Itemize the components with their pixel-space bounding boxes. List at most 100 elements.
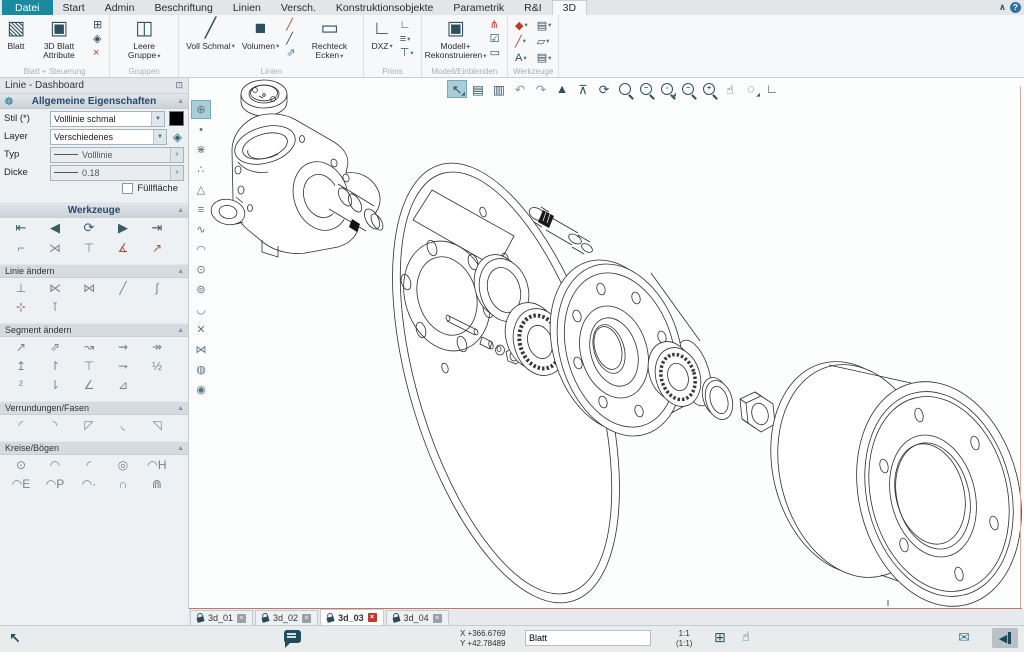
- angle-segment-tool[interactable]: ∠: [72, 376, 106, 393]
- triangle-segment-tool[interactable]: ⊿: [106, 376, 140, 393]
- corner-tool[interactable]: ⌐: [4, 239, 38, 256]
- layer-select[interactable]: Verschiedenes ▼: [50, 129, 167, 145]
- close-icon[interactable]: ×: [368, 613, 377, 622]
- menu-tab-beschriftung[interactable]: Beschriftung: [144, 0, 222, 15]
- angle-tool[interactable]: ∡: [106, 239, 140, 256]
- document-tab-3d-03[interactable]: 3d_03×: [320, 609, 384, 626]
- ribbon-button-rechteck-ecken[interactable]: ▭Rechteck Ecken▾: [302, 17, 356, 61]
- collapse-ribbon-icon[interactable]: ∧: [999, 2, 1006, 13]
- section-header-verrundungen-fasen[interactable]: Verrundungen/Fasen▲: [0, 401, 188, 415]
- stack-layers-icon[interactable]: ≡▾: [400, 33, 414, 45]
- sheet-manager-icon[interactable]: ⊞: [714, 629, 726, 646]
- style-select[interactable]: Volllinie schmal ▼: [50, 111, 165, 127]
- midpoint-tool[interactable]: ⊺: [38, 298, 72, 315]
- curve-tool[interactable]: ◡: [191, 300, 211, 319]
- zoom-out-button[interactable]: −: [636, 80, 656, 98]
- collapse-icon[interactable]: ▲: [177, 445, 184, 452]
- document-tab-3d-01[interactable]: 3d_01×: [190, 610, 253, 626]
- refresh-button[interactable]: ⟳: [72, 219, 106, 237]
- delete-points-tool[interactable]: ⋈: [191, 340, 211, 359]
- menu-tab-linien[interactable]: Linien: [223, 0, 271, 15]
- tee-segment-tool[interactable]: ⊤: [72, 357, 106, 374]
- arc-point-tool[interactable]: ◠: [191, 240, 211, 259]
- concentric-tool[interactable]: ⊚: [191, 280, 211, 299]
- collapse-icon[interactable]: ▲: [177, 98, 184, 105]
- line-tool-icon[interactable]: ╱▾: [515, 36, 528, 49]
- chamfer-delete-tool[interactable]: ◸: [72, 416, 106, 433]
- menu-tab-3d[interactable]: 3D: [552, 0, 587, 15]
- axes-small-icon[interactable]: ∟: [400, 19, 414, 31]
- section-header-kreise-bögen[interactable]: Kreise/Bögen▲: [0, 441, 188, 455]
- snap-tool[interactable]: ⊤: [72, 239, 106, 256]
- construction-settings-tool[interactable]: ⊕: [191, 100, 211, 119]
- layers-icon[interactable]: ◈: [171, 130, 184, 144]
- endpoint-tool[interactable]: ⊹: [4, 298, 38, 315]
- delete-red-x-icon[interactable]: ×: [93, 47, 102, 59]
- half-segment-tool[interactable]: ½: [140, 357, 174, 374]
- menu-tab-datei[interactable]: Datei: [2, 0, 53, 15]
- ribbon-button-3d-blatt-attribute[interactable]: ▣3D Blatt Attribute: [32, 17, 86, 61]
- cube-diamond-icon[interactable]: ◈: [93, 33, 102, 45]
- checkbox-checked-icon[interactable]: ☑: [490, 33, 500, 45]
- close-icon[interactable]: ×: [433, 614, 442, 623]
- save-text-icon[interactable]: ▤▾: [537, 52, 552, 65]
- menu-tab-r-i[interactable]: R&I: [514, 0, 552, 15]
- cross-trim-tool[interactable]: ⋉: [38, 279, 72, 296]
- tangent-circles-tool[interactable]: ◎: [106, 456, 140, 473]
- stretch-tool[interactable]: ⊥: [4, 279, 38, 296]
- lock-icon[interactable]: [262, 616, 270, 623]
- lock-icon[interactable]: [327, 616, 335, 623]
- arc-p-tool[interactable]: ◠P: [38, 475, 72, 492]
- volume-red-icon[interactable]: ◆▾: [515, 20, 528, 33]
- point-tool[interactable]: •: [191, 120, 211, 139]
- ribbon-button-modell-rekonstruieren[interactable]: ▣Modell+ Rekonstruieren▾: [429, 17, 483, 61]
- redo-button[interactable]: ↷: [531, 80, 551, 98]
- snap-intersection-tool[interactable]: ⋇: [191, 140, 211, 159]
- arc-tool[interactable]: ◜: [72, 456, 106, 473]
- line-point-tool[interactable]: ↗: [140, 239, 174, 256]
- arc-e-tool[interactable]: ◠E: [4, 475, 38, 492]
- menu-tab-admin[interactable]: Admin: [95, 0, 145, 15]
- copy-segment-tool[interactable]: ⇗: [38, 338, 72, 355]
- section-header-general[interactable]: ☸ Allgemeine Eigenschaften ▲: [0, 94, 188, 109]
- close-icon[interactable]: ×: [237, 614, 246, 623]
- text-tool-icon[interactable]: A▾: [515, 52, 528, 65]
- folder-open-icon[interactable]: ▱▾: [537, 36, 552, 49]
- line-segment-icon[interactable]: ╱: [286, 19, 295, 31]
- drop-segment-tool[interactable]: ⇂: [38, 376, 72, 393]
- arc-dot-tool[interactable]: ◠·: [72, 475, 106, 492]
- collapse-icon[interactable]: ▲: [177, 268, 184, 275]
- plane-arrow-icon[interactable]: ⇗: [286, 47, 295, 59]
- ribbon-button-voll-schmal[interactable]: ╱Voll Schmal▾: [186, 17, 235, 51]
- circle-point-tool[interactable]: ⊙: [191, 260, 211, 279]
- go-previous-button[interactable]: ◀: [38, 219, 72, 237]
- menu-tab-versch[interactable]: Versch.: [271, 0, 326, 15]
- lock-icon[interactable]: [196, 616, 204, 623]
- extend-segment-tool[interactable]: ↠: [140, 338, 174, 355]
- pin-icon[interactable]: ⊡: [175, 80, 183, 91]
- globe-points-tool[interactable]: ◉: [191, 380, 211, 399]
- collapse-icon[interactable]: ▲: [177, 207, 184, 214]
- save-volume-icon[interactable]: ▤▾: [537, 20, 552, 33]
- tripod-icon[interactable]: ⋔: [490, 19, 500, 31]
- close-icon[interactable]: ×: [302, 614, 311, 623]
- undo-button[interactable]: ↶: [510, 80, 530, 98]
- fillet-tool[interactable]: ◜: [4, 416, 38, 433]
- fillet-radius-tool[interactable]: ◝: [38, 416, 72, 433]
- raise-segment-tool[interactable]: ↾: [38, 357, 72, 374]
- save-as-button[interactable]: ▥: [489, 80, 509, 98]
- spline-edit-tool[interactable]: ∫: [140, 279, 174, 296]
- go-next-button[interactable]: ▶: [106, 219, 140, 237]
- gesture-icon[interactable]: ☝: [742, 629, 750, 645]
- arc-point-tool[interactable]: ◠: [38, 456, 72, 473]
- pan-hand-button[interactable]: ☝: [720, 80, 740, 98]
- trim-cross-tool[interactable]: ⋊: [38, 239, 72, 256]
- list-tool[interactable]: ≡: [191, 200, 211, 219]
- ribbon-button-volumen[interactable]: ■Volumen▾: [242, 17, 279, 51]
- zoom-plus-button[interactable]: +: [699, 80, 719, 98]
- ribbon-button-leere-gruppe[interactable]: ◫Leere Gruppe▾: [117, 17, 171, 61]
- drawing-canvas[interactable]: ⊕•⋇∴△≡∿◠⊙⊚◡✕⋈◍◉ ↖◢▤▥↶↷▲⊼⟳−▫◢−+☝◌◢∟: [189, 78, 1024, 609]
- menu-tab-konstruktionsobjekte[interactable]: Konstruktionsobjekte: [326, 0, 443, 15]
- chamfer-tool[interactable]: ◟: [106, 416, 140, 433]
- lift-segment-tool[interactable]: ↥: [4, 357, 38, 374]
